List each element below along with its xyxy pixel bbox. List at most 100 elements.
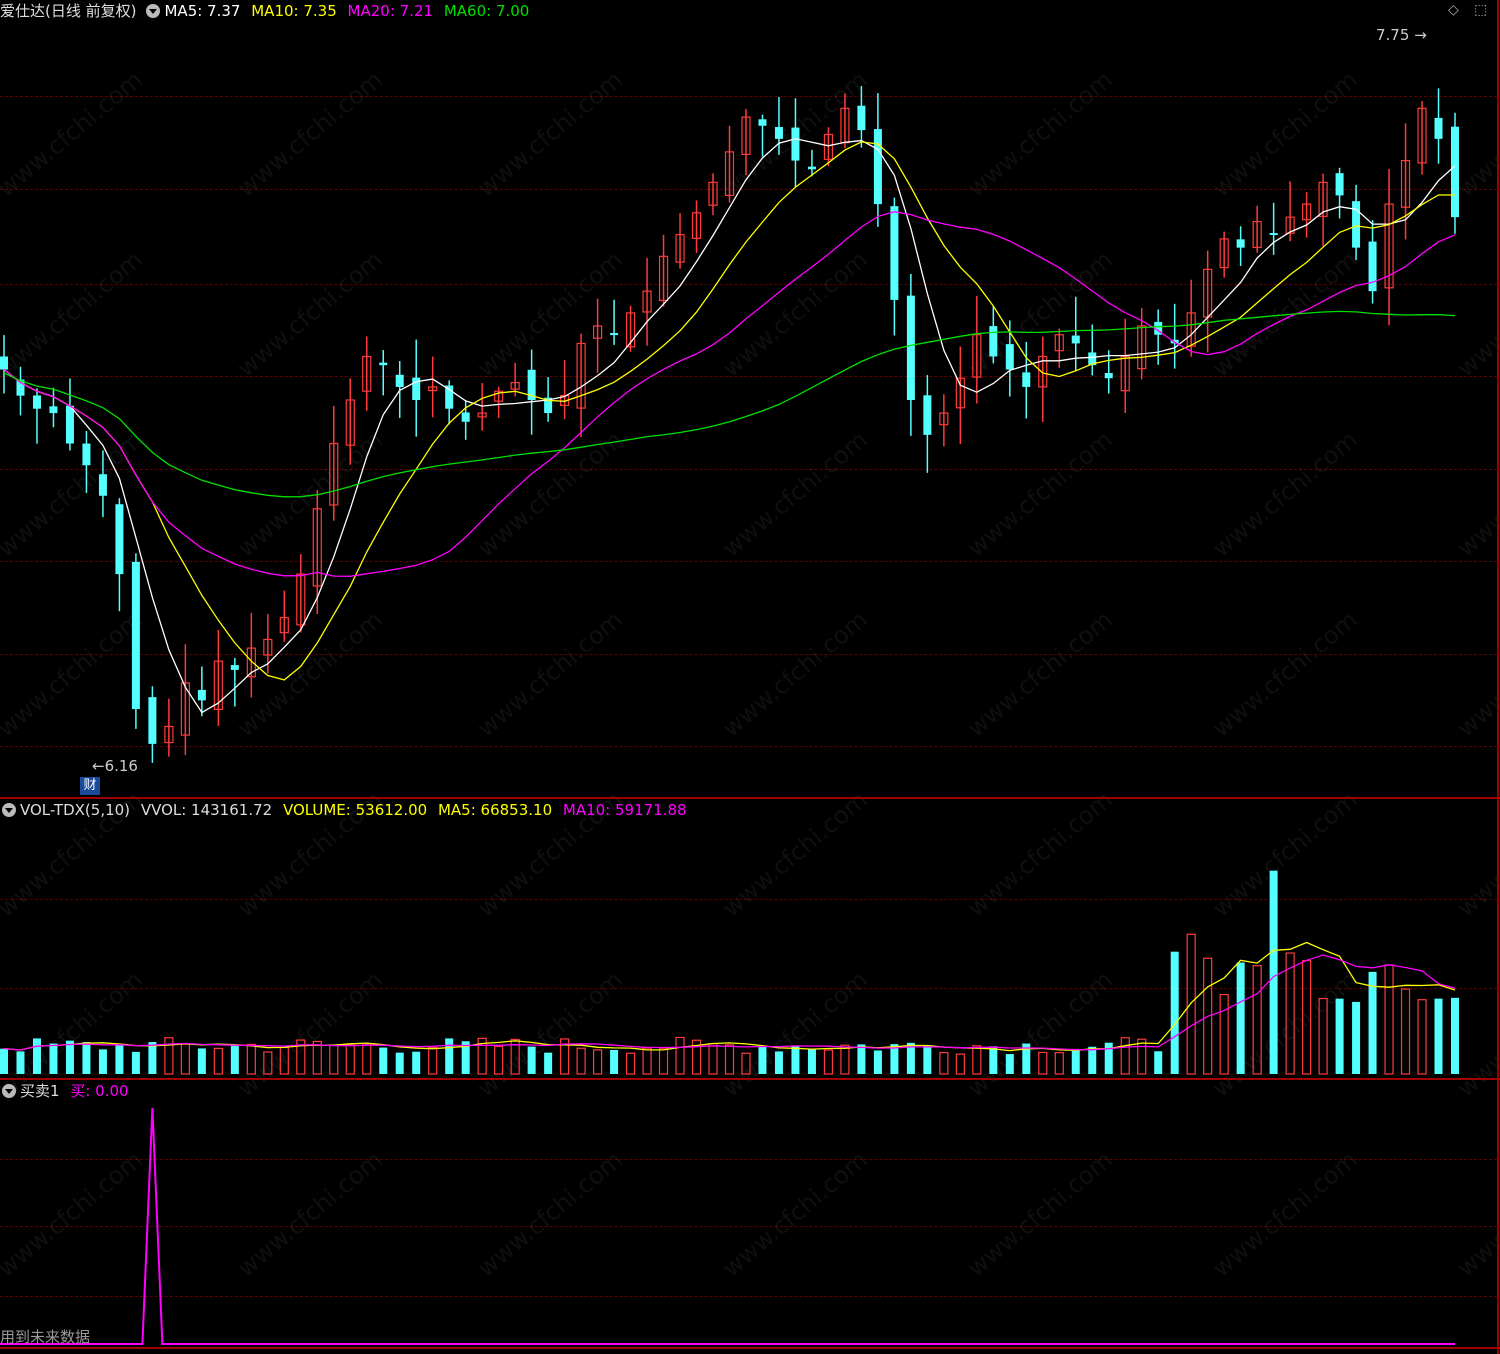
- volume-bar-up: [494, 1045, 504, 1075]
- candle-body-down: [148, 697, 157, 744]
- volume-bar-up: [1137, 1038, 1147, 1075]
- candle-body-down: [807, 166, 816, 170]
- candle-body-down: [857, 105, 866, 131]
- volume-bar-down: [115, 1044, 124, 1074]
- volume-value: VOLUME: 53612.00: [282, 801, 428, 819]
- candle-body-down: [32, 395, 41, 409]
- volume-bar-down: [49, 1043, 58, 1074]
- price-header: 爱仕达(日线 前复权) MA5: 7.37 MA10: 7.35 MA20: 7.…: [0, 0, 535, 22]
- volume-bar-up: [213, 1047, 223, 1075]
- signal-menu-icon[interactable]: [2, 1083, 16, 1098]
- volume-bar-down: [16, 1051, 25, 1074]
- ma60-value: MA60: 7.00: [443, 2, 530, 20]
- signal-header: 买卖1 买: 0.00: [0, 1080, 135, 1102]
- candle-body-down: [1352, 201, 1361, 248]
- volume-bar-up: [840, 1044, 850, 1075]
- volume-bar-down: [197, 1048, 206, 1074]
- volume-bar-up: [939, 1051, 949, 1075]
- ma20-value: MA20: 7.21: [347, 2, 434, 20]
- candle-body-down: [230, 665, 239, 670]
- volume-bar-down: [412, 1051, 421, 1074]
- volume-bar-up: [658, 1047, 669, 1075]
- candle-body-down: [906, 295, 915, 400]
- volume-bar-down: [1088, 1046, 1097, 1074]
- volume-bar-down: [857, 1044, 866, 1074]
- volume-bar-up: [1384, 964, 1394, 1075]
- volume-bar-down: [1335, 998, 1344, 1074]
- volume-bar-down: [1236, 962, 1245, 1074]
- indicator-menu-icon[interactable]: [146, 3, 161, 18]
- candle-body-down: [989, 326, 998, 357]
- volume-bar-down: [873, 1050, 882, 1074]
- candle-body-down: [82, 443, 91, 466]
- volume-bar-up: [1400, 988, 1411, 1075]
- volume-bar-up: [708, 1043, 718, 1075]
- candle-body-down: [923, 395, 932, 435]
- volume-bar-down: [395, 1052, 404, 1074]
- ma5-value: MA5: 7.37: [164, 2, 241, 20]
- expand-icon[interactable]: ⬚: [1474, 2, 1487, 18]
- volume-bar-up: [329, 1044, 339, 1075]
- candle-body-down: [197, 689, 206, 701]
- volume-bar-down: [1005, 1054, 1014, 1074]
- candle-body-down: [1434, 117, 1443, 139]
- volume-bar-up: [164, 1037, 174, 1075]
- volume-menu-icon[interactable]: [2, 802, 16, 817]
- finance-badge[interactable]: 财: [80, 777, 100, 795]
- volume-bar-down: [1451, 997, 1459, 1074]
- volume-bar-down: [65, 1040, 74, 1074]
- volume-bar-down: [1368, 971, 1377, 1074]
- candle-body-down: [49, 406, 58, 414]
- stock-title[interactable]: 爱仕达(日线 前复权): [0, 2, 136, 20]
- candle-body-down: [1022, 372, 1031, 387]
- volume-bar-down: [610, 1049, 619, 1074]
- signal-indicator-name[interactable]: 买卖1: [20, 1082, 60, 1100]
- volume-indicator-name[interactable]: VOL-TDX(5,10): [20, 801, 130, 819]
- volume-bar-down: [791, 1045, 800, 1074]
- volume-ma5-value: MA5: 66853.10: [437, 801, 553, 819]
- volume-bar-up: [625, 1052, 636, 1075]
- candle-body-down: [461, 412, 470, 422]
- buy-value: 买: 0.00: [70, 1082, 129, 1100]
- candle-body-down: [1071, 335, 1080, 344]
- volume-bar-up: [955, 1053, 965, 1075]
- candle-body-down: [1005, 344, 1014, 370]
- volume-bar-down: [1104, 1042, 1113, 1074]
- volume-bar-down: [1154, 1051, 1163, 1074]
- volume-bar-up: [1038, 1051, 1048, 1075]
- volume-bar-down: [445, 1038, 454, 1074]
- volume-header: VOL-TDX(5,10) VVOL: 143161.72 VOLUME: 53…: [0, 799, 693, 821]
- high-price-label: 7.75 →: [1376, 26, 1427, 44]
- diamond-icon[interactable]: ◇: [1448, 2, 1459, 18]
- volume-bar-up: [362, 1043, 372, 1075]
- volume-bar-up: [972, 1045, 982, 1075]
- volume-bar-down: [774, 1051, 783, 1074]
- candle-body-down: [1335, 173, 1344, 196]
- volume-bar-down: [230, 1044, 239, 1074]
- volume-bar-down: [98, 1049, 107, 1074]
- volume-bar-up: [1219, 993, 1229, 1075]
- candle-body-down: [1451, 126, 1459, 218]
- volume-bar-down: [544, 1052, 553, 1074]
- volume-bar-down: [1434, 998, 1443, 1074]
- volume-bar-up: [279, 1046, 289, 1075]
- volume-bar-up: [1318, 997, 1328, 1075]
- candle-body-down: [873, 129, 882, 205]
- volume-bar-down: [1352, 1001, 1361, 1074]
- volume-bar-down: [807, 1048, 816, 1074]
- stock-chart[interactable]: [0, 0, 1500, 1354]
- candle-body-down: [0, 356, 8, 370]
- ma20-line: [3, 211, 1456, 577]
- volume-bar-down: [1071, 1048, 1080, 1074]
- volume-bar-down: [989, 1046, 998, 1074]
- volume-bar-up: [642, 1047, 652, 1075]
- candle-body-down: [395, 374, 404, 387]
- volume-bar-up: [246, 1043, 256, 1075]
- arrow-left-icon: ←: [92, 757, 105, 775]
- volume-bar-up: [823, 1049, 834, 1075]
- volume-bar-down: [148, 1042, 157, 1074]
- candle-body-down: [115, 504, 124, 575]
- ma10-value: MA10: 7.35: [251, 2, 337, 20]
- low-price-label: ←6.16: [92, 757, 138, 775]
- volume-bar-up: [675, 1036, 685, 1075]
